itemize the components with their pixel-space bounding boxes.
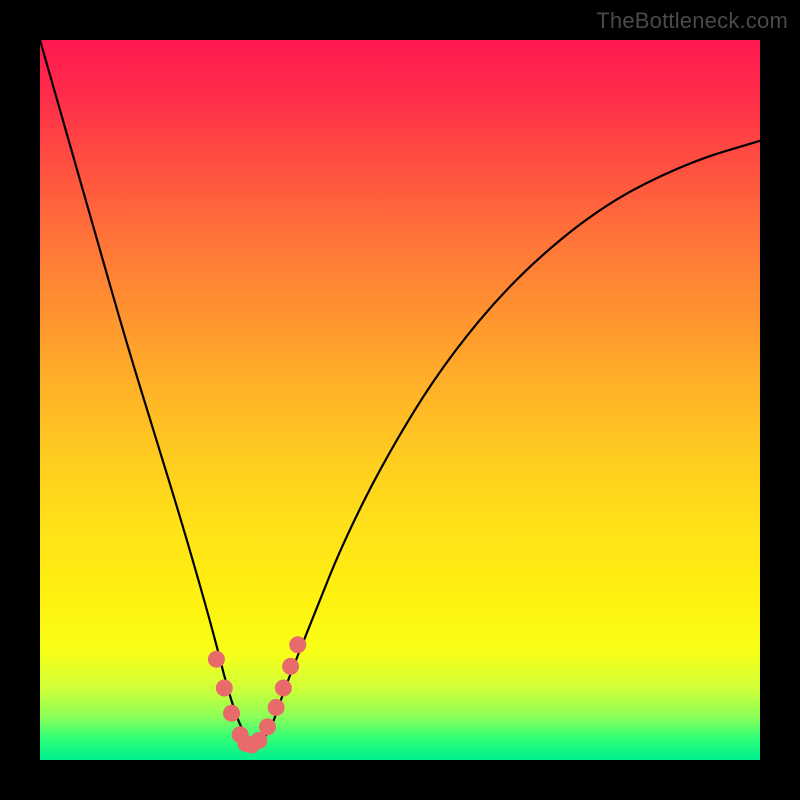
chart-svg bbox=[40, 40, 760, 760]
trough-dot bbox=[216, 680, 233, 697]
trough-dot bbox=[208, 651, 225, 668]
trough-dot bbox=[275, 680, 292, 697]
watermark-text: TheBottleneck.com bbox=[596, 8, 788, 34]
chart-frame: TheBottleneck.com bbox=[0, 0, 800, 800]
trough-dot bbox=[289, 636, 306, 653]
plot-area bbox=[40, 40, 760, 760]
trough-dot bbox=[282, 658, 299, 675]
bottleneck-curve bbox=[40, 40, 760, 742]
trough-dot bbox=[259, 718, 276, 735]
trough-dot bbox=[268, 699, 285, 716]
trough-highlight bbox=[208, 636, 306, 753]
trough-dot bbox=[223, 705, 240, 722]
